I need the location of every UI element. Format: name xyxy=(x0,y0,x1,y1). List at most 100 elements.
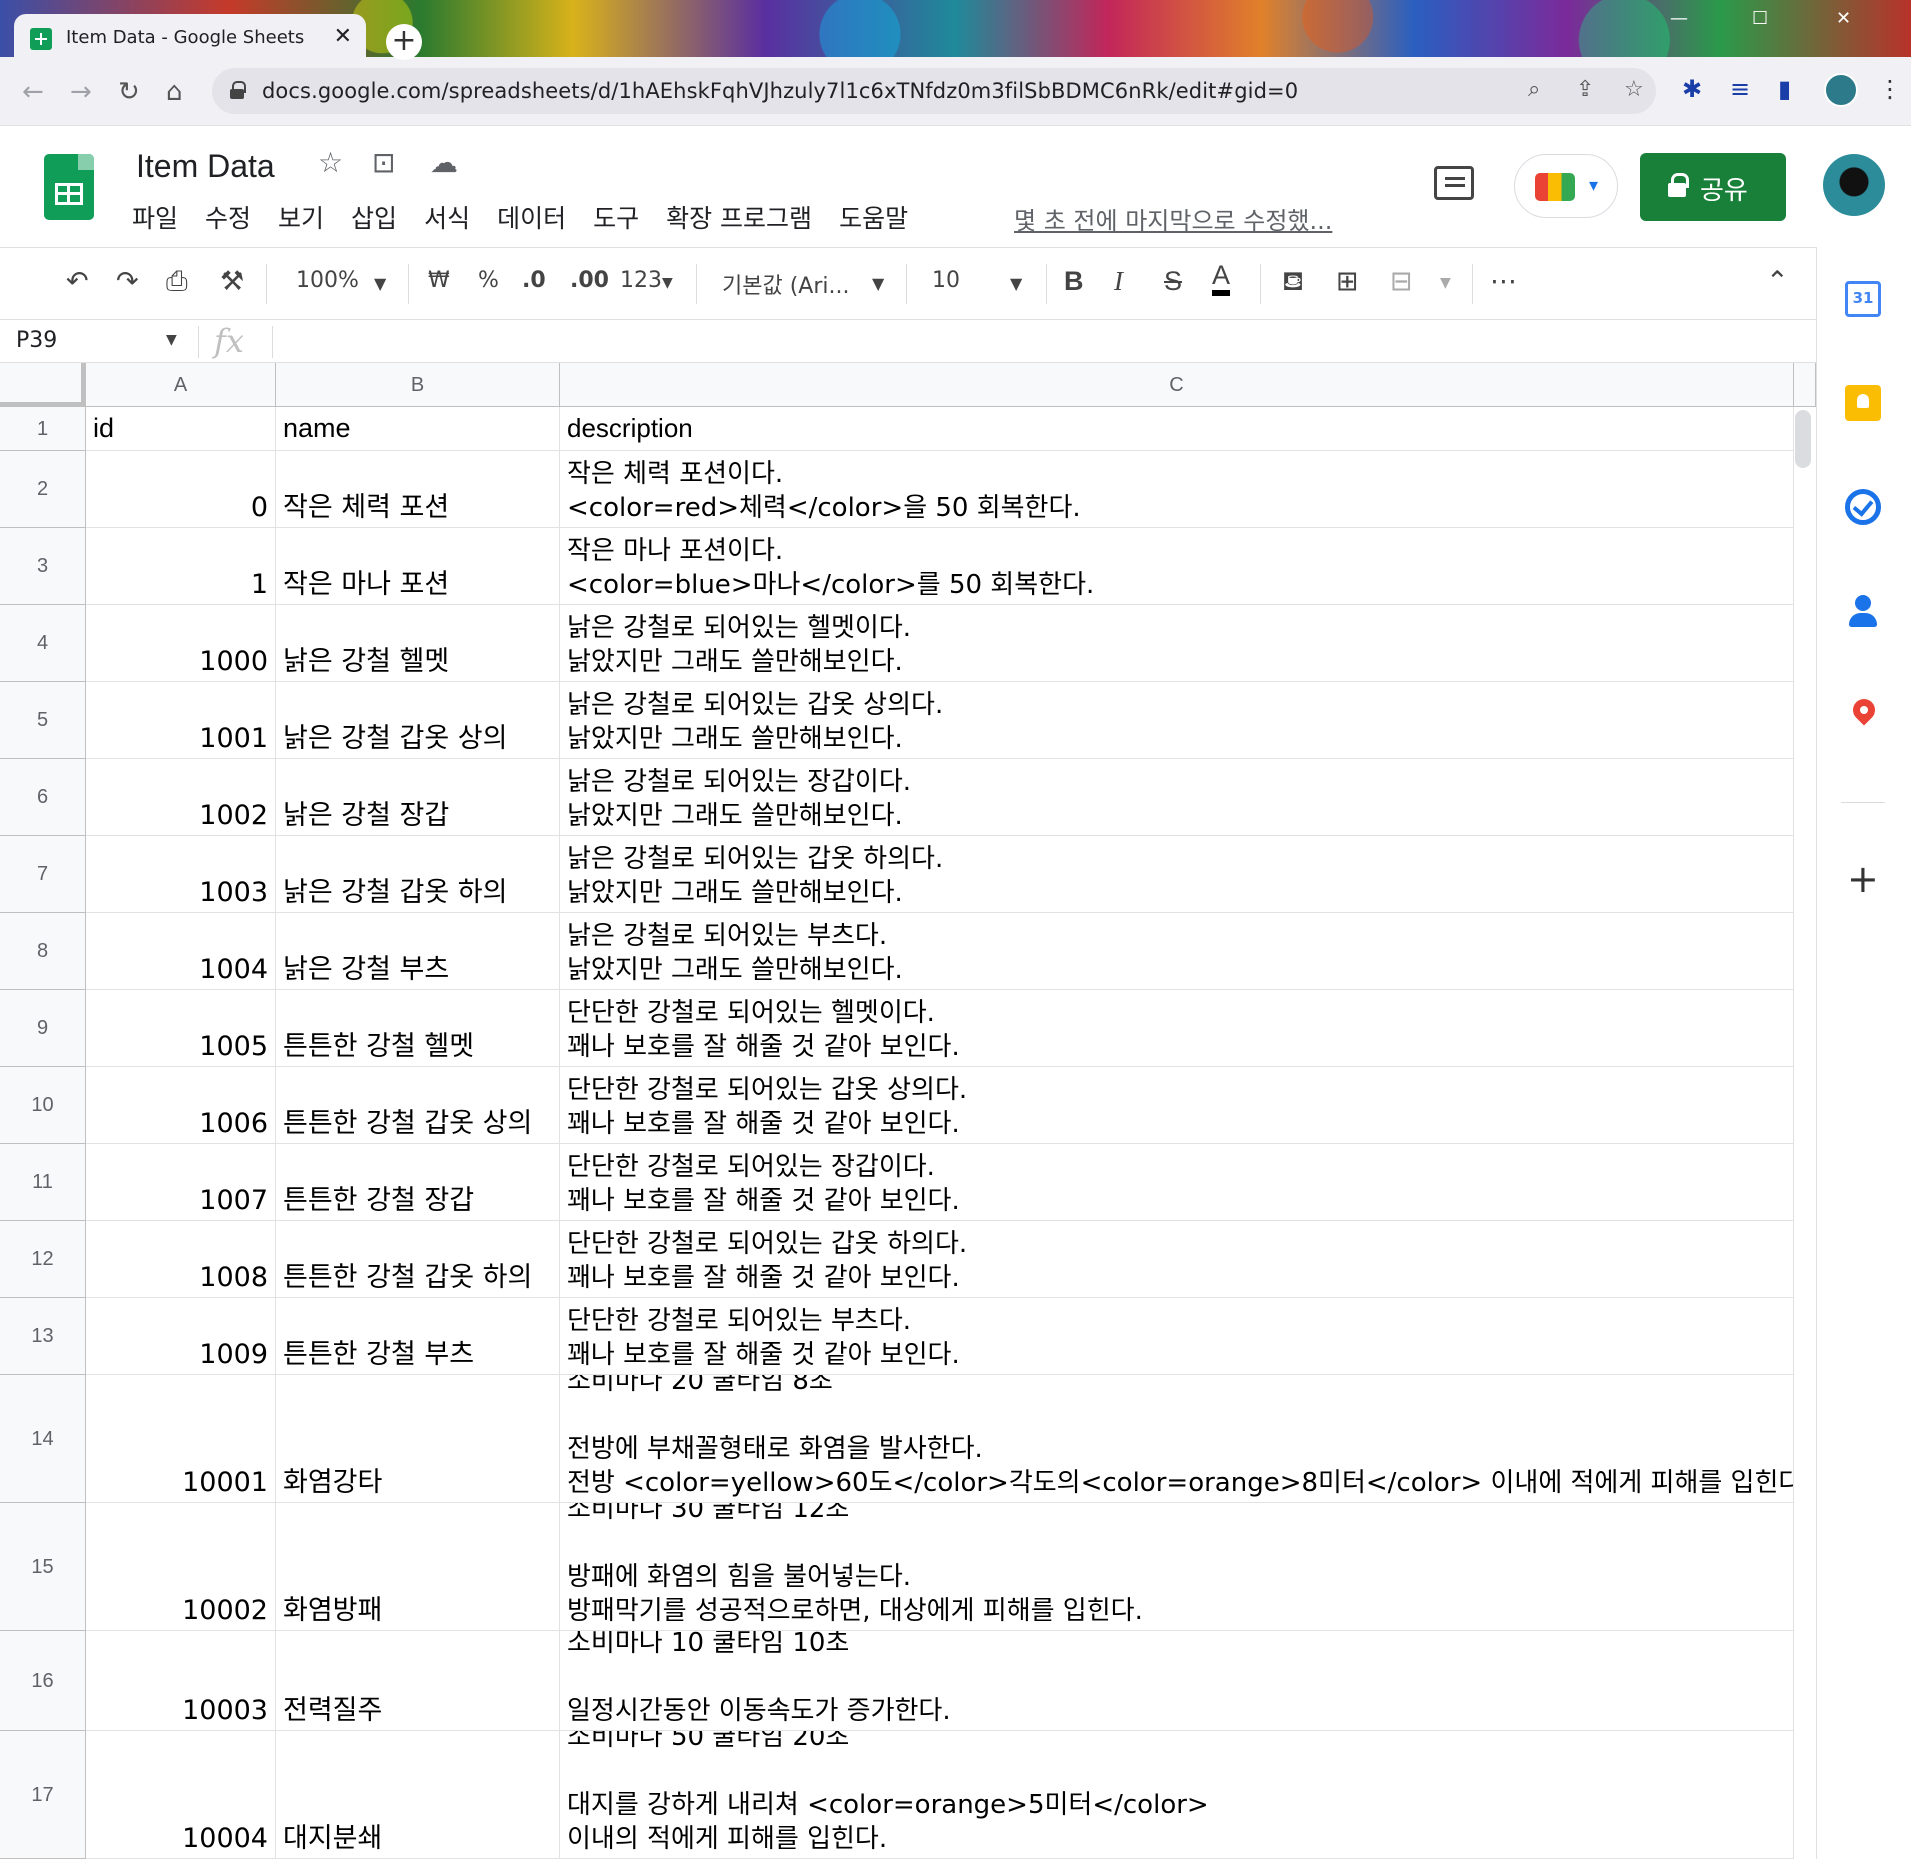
cell-c-row-7[interactable]: 낡은 강철로 되어있는 갑옷 하의다. 낡았지만 그래도 쓸만해보인다. xyxy=(560,836,1794,913)
calendar-icon[interactable]: 31 xyxy=(1845,281,1881,317)
sheets-logo-icon[interactable] xyxy=(44,154,94,220)
contacts-icon[interactable] xyxy=(1845,593,1881,629)
cell-a-row-11[interactable]: 1007 xyxy=(86,1144,276,1221)
merge-cells-icon[interactable]: ⊟ xyxy=(1390,266,1413,297)
menu-edit[interactable]: 수정 xyxy=(205,199,251,235)
fill-color-icon[interactable]: ⛾ xyxy=(1282,266,1304,301)
menu-file[interactable]: 파일 xyxy=(132,199,178,235)
chevron-down-icon[interactable]: ▼ xyxy=(872,274,884,293)
cell-a-row-14[interactable]: 10001 xyxy=(86,1375,276,1503)
italic-button[interactable]: I xyxy=(1114,266,1123,297)
window-close-icon[interactable]: ✕ xyxy=(1836,8,1851,29)
row-header[interactable]: 8 xyxy=(0,913,86,990)
cell-c-row-10[interactable]: 단단한 강철로 되어있는 갑옷 상의다. 꽤나 보호를 잘 해줄 것 같아 보인… xyxy=(560,1067,1794,1144)
cell-b-row-4[interactable]: 낡은 강철 헬멧 xyxy=(276,605,560,682)
extensions-puzzle-icon[interactable]: ✱ xyxy=(1682,75,1702,103)
star-icon[interactable]: ☆ xyxy=(318,146,343,179)
row-header[interactable]: 4 xyxy=(0,605,86,682)
back-icon[interactable]: ← xyxy=(22,77,44,107)
cell-a-row-7[interactable]: 1003 xyxy=(86,836,276,913)
chevron-down-icon[interactable]: ▼ xyxy=(1440,275,1451,291)
chevron-down-icon[interactable]: ▼ xyxy=(662,275,673,291)
menu-tools[interactable]: 도구 xyxy=(593,199,639,235)
add-addon-icon[interactable]: + xyxy=(1847,857,1879,901)
column-header-c[interactable]: C xyxy=(560,363,1794,407)
column-header-a[interactable]: A xyxy=(86,363,276,407)
row-header[interactable]: 17 xyxy=(0,1731,86,1859)
more-formats-button[interactable]: 123 xyxy=(620,268,662,293)
menu-view[interactable]: 보기 xyxy=(278,199,324,235)
media-playlist-icon[interactable]: ≡ xyxy=(1730,75,1750,103)
new-tab-button[interactable]: + xyxy=(386,24,422,60)
cell-b-row-7[interactable]: 낡은 강철 갑옷 하의 xyxy=(276,836,560,913)
lock-icon[interactable] xyxy=(230,81,246,99)
cell-b-row-17[interactable]: 대지분쇄 xyxy=(276,1731,560,1859)
text-color-button[interactable]: A xyxy=(1212,260,1231,296)
cell-b-row-10[interactable]: 튼튼한 강철 갑옷 상의 xyxy=(276,1067,560,1144)
cell-b-row-6[interactable]: 낡은 강철 장갑 xyxy=(276,759,560,836)
cell-b-row-14[interactable]: 화염강타 xyxy=(276,1375,560,1503)
row-header[interactable]: 13 xyxy=(0,1298,86,1375)
browser-profile-avatar[interactable] xyxy=(1824,73,1858,107)
browser-tab[interactable]: Item Data - Google Sheets ✕ xyxy=(14,14,366,62)
cell-b-row-16[interactable]: 전력질주 xyxy=(276,1631,560,1731)
tab-close-icon[interactable]: ✕ xyxy=(334,24,352,49)
row-header[interactable]: 11 xyxy=(0,1144,86,1221)
cell-b-row-8[interactable]: 낡은 강철 부츠 xyxy=(276,913,560,990)
cell-a-row-12[interactable]: 1008 xyxy=(86,1221,276,1298)
menu-help[interactable]: 도움말 xyxy=(839,199,908,235)
more-options-icon[interactable]: ⋯ xyxy=(1490,266,1517,297)
cell-b-row-9[interactable]: 튼튼한 강철 헬멧 xyxy=(276,990,560,1067)
chevron-down-icon[interactable]: ▼ xyxy=(1010,274,1022,293)
cell-c-row-8[interactable]: 낡은 강철로 되어있는 부츠다. 낡았지만 그래도 쓸만해보인다. xyxy=(560,913,1794,990)
cell-c-row-12[interactable]: 단단한 강철로 되어있는 갑옷 하의다. 꽤나 보호를 잘 해줄 것 같아 보인… xyxy=(560,1221,1794,1298)
cell-a-row-6[interactable]: 1002 xyxy=(86,759,276,836)
row-header[interactable]: 10 xyxy=(0,1067,86,1144)
last-edit-link[interactable]: 몇 초 전에 마지막으로 수정했... xyxy=(1014,201,1332,236)
cell-b-row-12[interactable]: 튼튼한 강철 갑옷 하의 xyxy=(276,1221,560,1298)
font-size-select[interactable]: 10 xyxy=(932,268,960,293)
cell-b-row-2[interactable]: 작은 체력 포션 xyxy=(276,451,560,528)
percent-format-button[interactable]: % xyxy=(478,268,499,293)
cell-a-row-8[interactable]: 1004 xyxy=(86,913,276,990)
cell-a-row-13[interactable]: 1009 xyxy=(86,1298,276,1375)
row-header[interactable]: 2 xyxy=(0,451,86,528)
cell-c-row-17[interactable]: 소비마나 50 쿨타임 20초 대지를 강하게 내리쳐 <color=orang… xyxy=(560,1731,1794,1859)
row-header[interactable]: 7 xyxy=(0,836,86,913)
cell-c-row-4[interactable]: 낡은 강철로 되어있는 헬멧이다. 낡았지만 그래도 쓸만해보인다. xyxy=(560,605,1794,682)
chevron-down-icon[interactable]: ▼ xyxy=(166,332,177,348)
cell-c-row-11[interactable]: 단단한 강철로 되어있는 장갑이다. 꽤나 보호를 잘 해줄 것 같아 보인다. xyxy=(560,1144,1794,1221)
column-header-b[interactable]: B xyxy=(276,363,560,407)
account-avatar[interactable] xyxy=(1823,154,1885,216)
paint-format-icon[interactable]: ⚒ xyxy=(220,266,244,297)
cell-a-row-3[interactable]: 1 xyxy=(86,528,276,605)
home-icon[interactable]: ⌂ xyxy=(166,77,183,107)
font-family-select[interactable]: 기본값 (Ari... xyxy=(722,268,849,300)
increase-decimal-button[interactable]: .00 xyxy=(570,268,609,293)
cell-a-row-5[interactable]: 1001 xyxy=(86,682,276,759)
cell-c-row-1[interactable]: description xyxy=(560,407,1794,451)
cell-c-row-5[interactable]: 낡은 강철로 되어있는 갑옷 상의다. 낡았지만 그래도 쓸만해보인다. xyxy=(560,682,1794,759)
forward-icon[interactable]: → xyxy=(70,77,92,107)
cell-c-row-14[interactable]: 소비마나 20 쿨타임 8초 전방에 부채꼴형태로 화염을 발사한다. 전방 <… xyxy=(560,1375,1794,1503)
cell-c-row-15[interactable]: 소비마나 30 쿨타임 12초 방패에 화염의 힘을 불어넣는다. 방패막기를 … xyxy=(560,1503,1794,1631)
row-header[interactable]: 6 xyxy=(0,759,86,836)
browser-menu-icon[interactable]: ⋮ xyxy=(1878,75,1902,103)
cell-b-row-3[interactable]: 작은 마나 포션 xyxy=(276,528,560,605)
maps-icon[interactable] xyxy=(1845,699,1881,735)
chevron-down-icon[interactable]: ▼ xyxy=(374,274,386,293)
select-all-corner[interactable] xyxy=(0,363,86,407)
bold-button[interactable]: B xyxy=(1064,266,1084,297)
cell-b-row-15[interactable]: 화염방패 xyxy=(276,1503,560,1631)
row-header[interactable]: 3 xyxy=(0,528,86,605)
currency-format-button[interactable]: ₩ xyxy=(428,268,450,293)
strikethrough-button[interactable]: S xyxy=(1164,266,1182,297)
borders-icon[interactable]: ⊞ xyxy=(1336,266,1359,297)
cell-b-row-5[interactable]: 낡은 강철 갑옷 상의 xyxy=(276,682,560,759)
zoom-select[interactable]: 100% xyxy=(296,268,359,293)
url-text[interactable]: docs.google.com/spreadsheets/d/1hAEhskFq… xyxy=(262,79,1298,103)
minimize-icon[interactable]: — xyxy=(1670,8,1688,29)
cell-c-row-13[interactable]: 단단한 강철로 되어있는 부츠다. 꽤나 보호를 잘 해줄 것 같아 보인다. xyxy=(560,1298,1794,1375)
cell-b-row-11[interactable]: 튼튼한 강철 장갑 xyxy=(276,1144,560,1221)
collapse-menus-icon[interactable]: ⌃ xyxy=(1766,266,1789,297)
